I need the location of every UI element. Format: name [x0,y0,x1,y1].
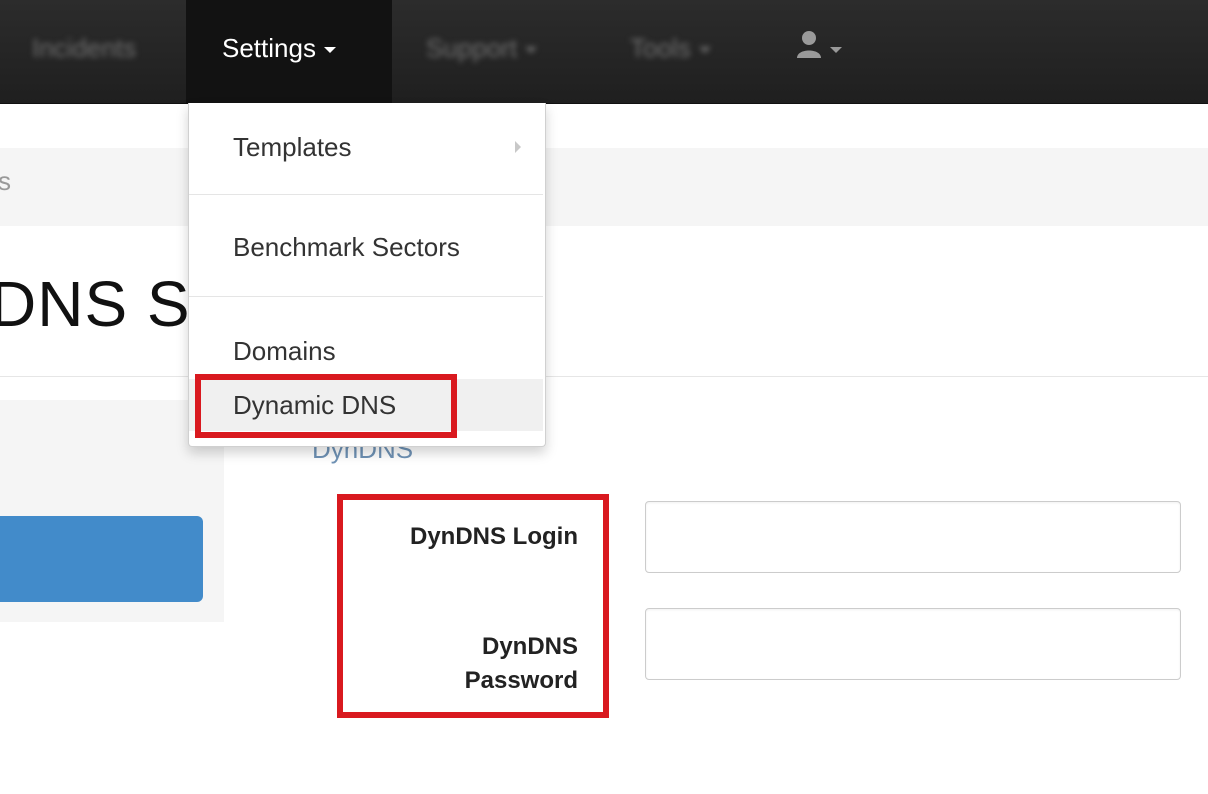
menu-divider [189,296,543,297]
user-icon [796,2,822,98]
menu-item-domains[interactable]: Domains [189,329,543,373]
title-divider [0,376,1208,377]
user-menu[interactable] [796,0,842,103]
nav-item-settings[interactable]: Settings [186,0,392,103]
form-labels-highlight [337,494,609,718]
chevron-down-icon [323,47,336,54]
chevron-right-icon [515,141,521,153]
nav-item-tools[interactable]: Tools [630,0,711,103]
nav-item-label: Incidents [32,33,137,63]
nav-item-label: Settings [222,33,316,63]
side-panel-button[interactable] [0,516,203,602]
chevron-down-icon [525,47,538,54]
dynamic-dns-highlight [195,374,457,438]
menu-item-label: Benchmark Sectors [233,232,460,262]
chevron-down-icon [830,47,842,54]
nav-item-label: Tools [630,33,691,63]
page-title: DNS S [0,268,191,340]
top-navbar: Incidents Settings Support Tools [0,0,1208,104]
breadcrumb-item[interactable]: s [0,166,11,197]
breadcrumb: s [0,148,1208,226]
dyndns-password-input[interactable] [645,608,1181,680]
nav-item-label: Support [426,33,518,63]
menu-item-label: Domains [233,336,336,366]
menu-item-label: Templates [233,132,352,162]
chevron-down-icon [698,47,711,54]
menu-item-templates[interactable]: Templates [189,125,543,169]
dyndns-login-input[interactable] [645,501,1181,573]
menu-divider [189,194,543,195]
nav-item-incidents[interactable]: Incidents [32,0,136,103]
menu-item-benchmark-sectors[interactable]: Benchmark Sectors [189,225,543,269]
nav-item-support[interactable]: Support [426,0,538,103]
